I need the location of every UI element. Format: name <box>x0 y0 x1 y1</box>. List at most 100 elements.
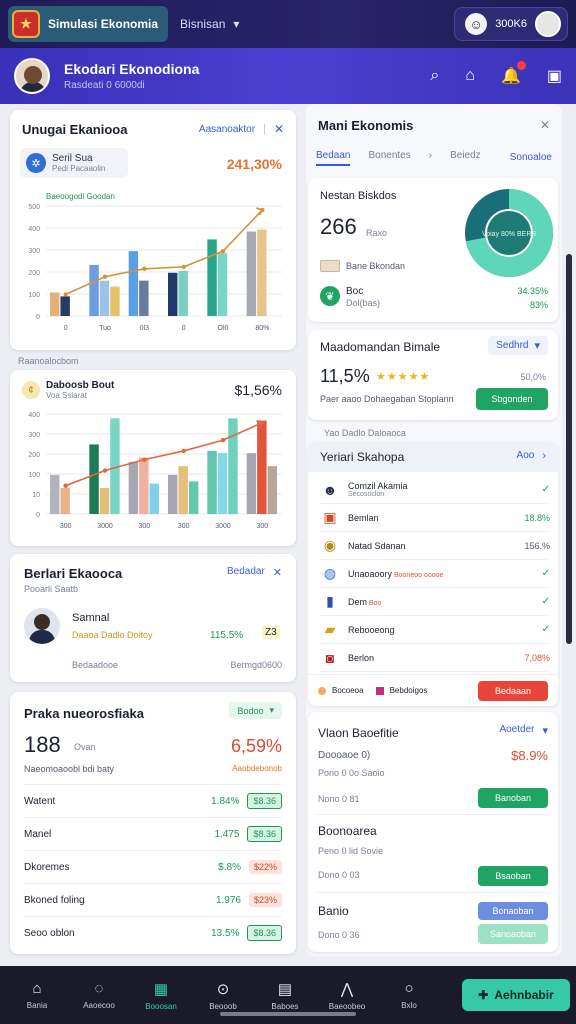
market-dropdown[interactable]: Sedhrd ▾ <box>488 336 548 355</box>
bar[interactable] <box>257 229 267 316</box>
summary-row[interactable]: Watent 1.84% $8.36 <box>24 784 282 817</box>
chevron-down-icon: ▾ <box>269 705 274 715</box>
app-switcher[interactable]: ★ Simulasi Ekonomia <box>8 6 169 42</box>
list-action[interactable]: Aoo <box>517 450 535 462</box>
nav-shop[interactable]: ▤ Baboes <box>254 980 316 1011</box>
chevron-right-icon: › <box>428 150 433 161</box>
list-button[interactable]: Bedaaan <box>478 680 548 701</box>
tab-bonentes[interactable]: Bonentes <box>368 150 410 166</box>
bar[interactable] <box>50 474 60 514</box>
benefit3-title: Banio <box>318 904 349 918</box>
list-item[interactable]: ▰ Rebooeong ✓ <box>320 616 550 644</box>
account-chip[interactable]: ☺ 300K6 <box>454 7 568 41</box>
close-icon[interactable]: ✕ <box>273 566 282 579</box>
profile-avatar[interactable] <box>14 58 50 94</box>
person-avatar[interactable] <box>24 608 60 644</box>
nav-stats[interactable]: ⋀ Baeoobeo <box>316 980 378 1011</box>
row-value-1: 34.35% <box>517 286 548 296</box>
bar[interactable] <box>89 264 99 316</box>
summary-row[interactable]: Bkoned foling 1.976 $23% <box>24 883 282 916</box>
user-avatar[interactable] <box>535 11 561 37</box>
bar[interactable] <box>246 231 257 316</box>
nav-profile[interactable]: ○ Bxlo <box>378 980 440 1010</box>
list-item[interactable]: ☻ Comzil Akamia Secosoclon ✓ <box>320 476 550 504</box>
item-name: Berlon <box>348 652 375 663</box>
bar[interactable] <box>257 420 267 514</box>
nav-economy[interactable]: ◌ Aaoecoo <box>68 980 130 1010</box>
check-icon: ✓ <box>541 596 550 607</box>
tab-sonoaloe[interactable]: Sonoaloe <box>510 152 552 163</box>
bar[interactable] <box>139 280 149 316</box>
bar[interactable] <box>139 457 149 514</box>
card-action-link[interactable]: Aasanoaktor <box>199 124 255 135</box>
benefit-button-2[interactable]: Bsaoban <box>478 866 548 886</box>
list-item[interactable]: ▣ Bemlan 18.8% <box>320 504 550 532</box>
y-tick-label: 0 <box>36 314 40 321</box>
bar[interactable] <box>228 418 238 514</box>
bar[interactable] <box>207 450 217 514</box>
close-icon[interactable]: ✕ <box>540 118 550 132</box>
list-item[interactable]: ◙ Berlon 7,08% <box>320 644 550 672</box>
section-label: Yao Dadlo Daloaoca <box>324 428 406 438</box>
bar[interactable] <box>89 444 99 514</box>
bar[interactable] <box>168 474 178 514</box>
y-tick-label: 300 <box>28 248 40 255</box>
trend-point <box>181 448 186 454</box>
summary-row[interactable]: Dkoremes $.8% $22% <box>24 850 282 883</box>
bar[interactable] <box>128 251 139 316</box>
card-action-link[interactable]: Bedadar <box>227 566 265 579</box>
notification-icon[interactable]: 🔔 <box>501 61 526 86</box>
bar[interactable] <box>50 292 60 316</box>
bar[interactable] <box>217 453 228 514</box>
bar[interactable] <box>128 461 139 514</box>
summary-row[interactable]: Manel 1.475 $8.36 <box>24 817 282 850</box>
asset-chip[interactable]: ✲ Seril Sua Pedi Pacaaolin <box>20 148 128 178</box>
summary-row[interactable]: Seoo oblon 13.5% $8.36 <box>24 916 282 949</box>
bar[interactable] <box>60 296 70 316</box>
tab-beiedz[interactable]: Beiedz <box>450 150 481 166</box>
nav-market[interactable]: ▦ Booosan <box>130 980 192 1011</box>
x-tick-label: Ol0 <box>218 325 229 332</box>
bar[interactable] <box>207 239 217 316</box>
bar[interactable] <box>178 466 188 514</box>
list-item[interactable]: ◍ Unaoaoory Booneoo ooooe ✓ <box>320 560 550 588</box>
bar[interactable] <box>60 487 70 514</box>
item-name: Comzil Akamia <box>348 481 408 491</box>
search-icon[interactable]: ⌕ <box>430 67 439 85</box>
bar[interactable] <box>110 286 120 316</box>
stats-label: Bane Bkondan <box>346 261 406 271</box>
card-title: Daboosb Bout <box>46 380 115 391</box>
bar[interactable] <box>168 272 178 316</box>
benefit-action[interactable]: Aoetder <box>499 724 534 737</box>
nav-home[interactable]: ⌂ Bania <box>6 980 68 1010</box>
bar[interactable] <box>178 270 188 316</box>
benefit-button-1[interactable]: Banoban <box>478 788 548 808</box>
x-tick-label: 0l3 <box>140 325 149 332</box>
tab-bedaan[interactable]: Bedaan <box>316 150 351 166</box>
bar[interactable] <box>267 466 277 514</box>
list-item[interactable]: ◉ Natad Sdanan 156.% <box>320 532 550 560</box>
cart-icon[interactable]: ▣ <box>547 66 562 86</box>
trend-point <box>102 468 108 473</box>
cta-button[interactable]: ✚ Aehnbabir <box>462 979 570 1011</box>
leaf-icon: ✲ <box>26 153 46 173</box>
bar[interactable] <box>149 483 159 514</box>
list-item[interactable]: ▮ Dem Boo ✓ <box>320 588 550 616</box>
bar[interactable] <box>188 481 199 514</box>
home-icon[interactable]: ⌂ <box>465 67 475 85</box>
nav-bank[interactable]: ⊙ Beooob <box>192 980 254 1011</box>
card-title: Praka nueorosfiaka <box>24 706 144 721</box>
bar[interactable] <box>99 487 110 514</box>
benefit-button-3[interactable]: Bonaoban <box>478 902 548 920</box>
nav-label: Beooob <box>209 1001 237 1011</box>
top-menu[interactable]: Bisnisan ▾ <box>180 17 239 31</box>
bar[interactable] <box>246 453 257 514</box>
scrollbar[interactable] <box>566 254 572 644</box>
benefit-button-4[interactable]: Sanoaoban <box>478 924 548 944</box>
rating-button[interactable]: Sbgonden <box>476 388 548 410</box>
bar[interactable] <box>217 253 228 316</box>
bar[interactable] <box>99 280 110 316</box>
chevron-down-icon: ▾ <box>542 725 548 737</box>
filter-dropdown[interactable]: Bodoo ▾ <box>229 702 282 719</box>
close-icon[interactable]: ✕ <box>274 122 284 136</box>
